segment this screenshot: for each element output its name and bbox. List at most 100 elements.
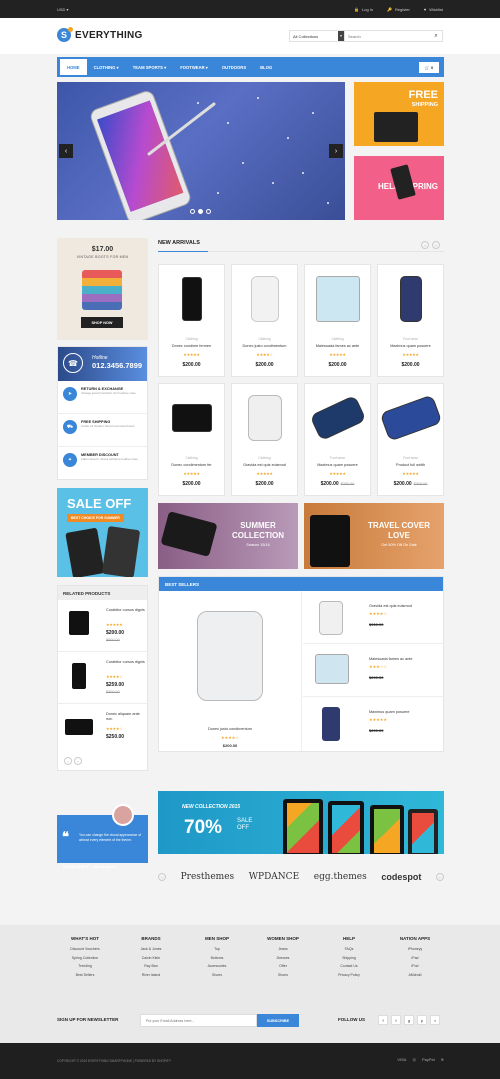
footer-link[interactable]: Bottoms: [182, 954, 252, 963]
slider-dot[interactable]: [206, 209, 211, 214]
brand-logo[interactable]: egg.themes: [314, 872, 367, 882]
facebook-icon[interactable]: f: [378, 1015, 388, 1025]
phone-image: [374, 112, 418, 142]
search-icon[interactable]: ⌕: [430, 31, 442, 41]
slider-next-button[interactable]: ›: [329, 144, 343, 158]
search-input[interactable]: [345, 31, 430, 41]
nav-outdoors[interactable]: OUTDOORS: [215, 57, 253, 77]
google-plus-icon[interactable]: g: [404, 1015, 414, 1025]
brand-logo[interactable]: WPDANCE: [249, 872, 299, 882]
chevron-right-icon[interactable]: ›: [432, 241, 440, 249]
footer-link[interactable]: Best Sellers: [50, 971, 120, 980]
search-category-select[interactable]: All Collections ▼: [290, 31, 345, 41]
phone-image: [101, 526, 141, 577]
footer-link[interactable]: Shipping: [314, 954, 384, 963]
newsletter-email-input[interactable]: [140, 1014, 257, 1027]
footer-link[interactable]: Ray Ban: [116, 962, 186, 971]
testimonial: ❝ You can change the visual appearance o…: [57, 804, 148, 869]
free-shipping-banner[interactable]: FREE SHIPPING: [354, 82, 444, 146]
shop-now-button[interactable]: SHOP NOW: [81, 317, 123, 328]
footer-link[interactable]: Trending: [50, 962, 120, 971]
product-image: [305, 392, 370, 444]
sale-off-banner[interactable]: SALE OFF BEST CHOICE FOR SUMMER: [57, 488, 148, 577]
login-link[interactable]: 🔒 Log in: [354, 7, 373, 12]
footer-link[interactable]: Privacy Policy: [314, 971, 384, 980]
boots-banner[interactable]: $17.00 VINTAGE BOOTS FOR MEN SHOP NOW: [57, 238, 148, 340]
list-item[interactable]: Donec aliquam ante non ★★★★☆ $250.00: [58, 704, 147, 756]
new-collection-banner[interactable]: NEW COLLECTION 2015 70% SALE OFF: [158, 791, 444, 854]
footer-link[interactable]: River Island: [116, 971, 186, 980]
chevron-left-icon[interactable]: ‹: [421, 241, 429, 249]
footer-link[interactable]: Calvin Klein: [116, 954, 186, 963]
brand-carousel: ‹ Presthemes WPDANCE egg.themes codespot…: [158, 866, 444, 888]
logo-text: EVERYTHING: [75, 29, 143, 41]
chevron-left-icon[interactable]: ‹: [64, 757, 72, 765]
product-card[interactable]: Clothing Donec justo condimentum ★★★★☆ $…: [231, 264, 298, 377]
brand-logo[interactable]: codespot: [381, 872, 421, 882]
product-card[interactable]: Clothing Gravida est quis euismod ★★★★★ …: [231, 383, 298, 496]
footer-link[interactable]: FAQs: [314, 945, 384, 954]
slider-prev-button[interactable]: ‹: [59, 144, 73, 158]
footer-link[interactable]: Shoes: [248, 971, 318, 980]
footer-link[interactable]: iPhoneyy: [380, 945, 450, 954]
card-icon: ≋: [440, 1057, 444, 1062]
product-card[interactable]: Clothing Donec condimentum fer ★★★★★ $20…: [158, 383, 225, 496]
nav-footwear[interactable]: FOOTWEAR ▾: [173, 57, 215, 77]
product-card[interactable]: Foot wear Maximus quam posuere ★★★★★ $20…: [304, 383, 371, 496]
product-card[interactable]: Clothing Donec condime fermen ★★★★★ $200…: [158, 264, 225, 377]
footer-column: WHAT'S HOT Discount Vouchers Spring Coll…: [50, 936, 120, 979]
carousel-nav: ‹ ›: [421, 241, 440, 249]
footer-link[interactable]: Discount Vouchers: [50, 945, 120, 954]
footer-link[interactable]: iPod: [380, 962, 450, 971]
footer-link[interactable]: Offer: [248, 962, 318, 971]
chevron-left-icon[interactable]: ‹: [158, 873, 166, 881]
footer-link[interactable]: Spring Collection: [50, 954, 120, 963]
logo[interactable]: S EVERYTHING: [57, 27, 143, 42]
footer-link[interactable]: AMdroid: [380, 971, 450, 980]
hotline-box: ☎ Hotline 012.3456.7899 ➤ RETURN & EXCHA…: [57, 346, 148, 480]
nav-clothing[interactable]: CLOTHING ▾: [87, 57, 126, 77]
list-item[interactable]: Maximus quam posuere ★★★★★ $200.00: [303, 697, 445, 750]
subscribe-button[interactable]: SUBSCRIBE: [257, 1014, 299, 1027]
chevron-right-icon[interactable]: ›: [74, 757, 82, 765]
footer-link[interactable]: Contact Us: [314, 962, 384, 971]
footer-link[interactable]: Top: [182, 945, 252, 954]
footer-link[interactable]: iPad: [380, 954, 450, 963]
twitter-icon[interactable]: t: [391, 1015, 401, 1025]
bottom-bar: COPYRIGHT © 2015 EVERYTHING SMARTPHONE |…: [0, 1043, 500, 1079]
footer-link[interactable]: Shoes: [182, 971, 252, 980]
list-item[interactable]: Gravida est quis euismod ★★★★☆ $300.00: [303, 591, 445, 644]
phone-image: [370, 805, 404, 854]
featured-product[interactable]: Donec justo condimentum ★★★★☆ $200.00: [159, 591, 302, 751]
nav-home[interactable]: HOME: [60, 59, 87, 75]
nav-blog[interactable]: BLOG: [253, 57, 279, 77]
list-item[interactable]: Malesuada fames ac ante ★★★☆☆ $200.00: [303, 644, 445, 697]
related-pagination: ‹ ›: [64, 757, 82, 765]
footer-link[interactable]: Jack & Jones: [116, 945, 186, 954]
wishlist-link[interactable]: ♥ Wishlist: [424, 7, 443, 12]
cart-button[interactable]: 🛒 0: [419, 61, 439, 73]
share-icon[interactable]: <: [430, 1015, 440, 1025]
currency-selector[interactable]: USD ▾: [57, 7, 69, 12]
quote-icon: ❝: [62, 829, 69, 844]
product-card[interactable]: Clothing Malesuada fames ac ante ★★★★★ $…: [304, 264, 371, 377]
footer-link[interactable]: Accessories: [182, 962, 252, 971]
hello-spring-banner[interactable]: HELLO SPRING: [354, 156, 444, 220]
list-item[interactable]: Curabitur cursus dignis ★★★★☆ $259.00 $3…: [58, 652, 147, 704]
register-link[interactable]: 🔑 Register: [387, 7, 410, 12]
product-image: [232, 273, 297, 325]
summer-collection-banner[interactable]: SUMMER COLLECTION Season 15/16: [158, 503, 298, 569]
product-card[interactable]: Foot wear Maximus quam posuere ★★★★★ $20…: [377, 264, 444, 377]
nav-team-sports[interactable]: TEAM SPORTS ▾: [126, 57, 174, 77]
footer-link[interactable]: Dresses: [248, 954, 318, 963]
brand-logo[interactable]: Presthemes: [181, 872, 235, 882]
chevron-right-icon[interactable]: ›: [435, 873, 444, 881]
slider-dot[interactable]: [190, 209, 195, 214]
list-item[interactable]: Curabitur cursus dignis ★★★★★ $200.00 $5…: [58, 600, 147, 652]
footer-link[interactable]: Jeans: [248, 945, 318, 954]
pinterest-icon[interactable]: p: [417, 1015, 427, 1025]
product-card[interactable]: Foot wear Product full width ★★★★★ $200.…: [377, 383, 444, 496]
travel-banner[interactable]: TRAVEL COVER LOVE Get 50% Off On Sale: [304, 503, 444, 569]
slider-dot[interactable]: [198, 209, 203, 214]
key-icon: 🔑: [386, 6, 392, 12]
